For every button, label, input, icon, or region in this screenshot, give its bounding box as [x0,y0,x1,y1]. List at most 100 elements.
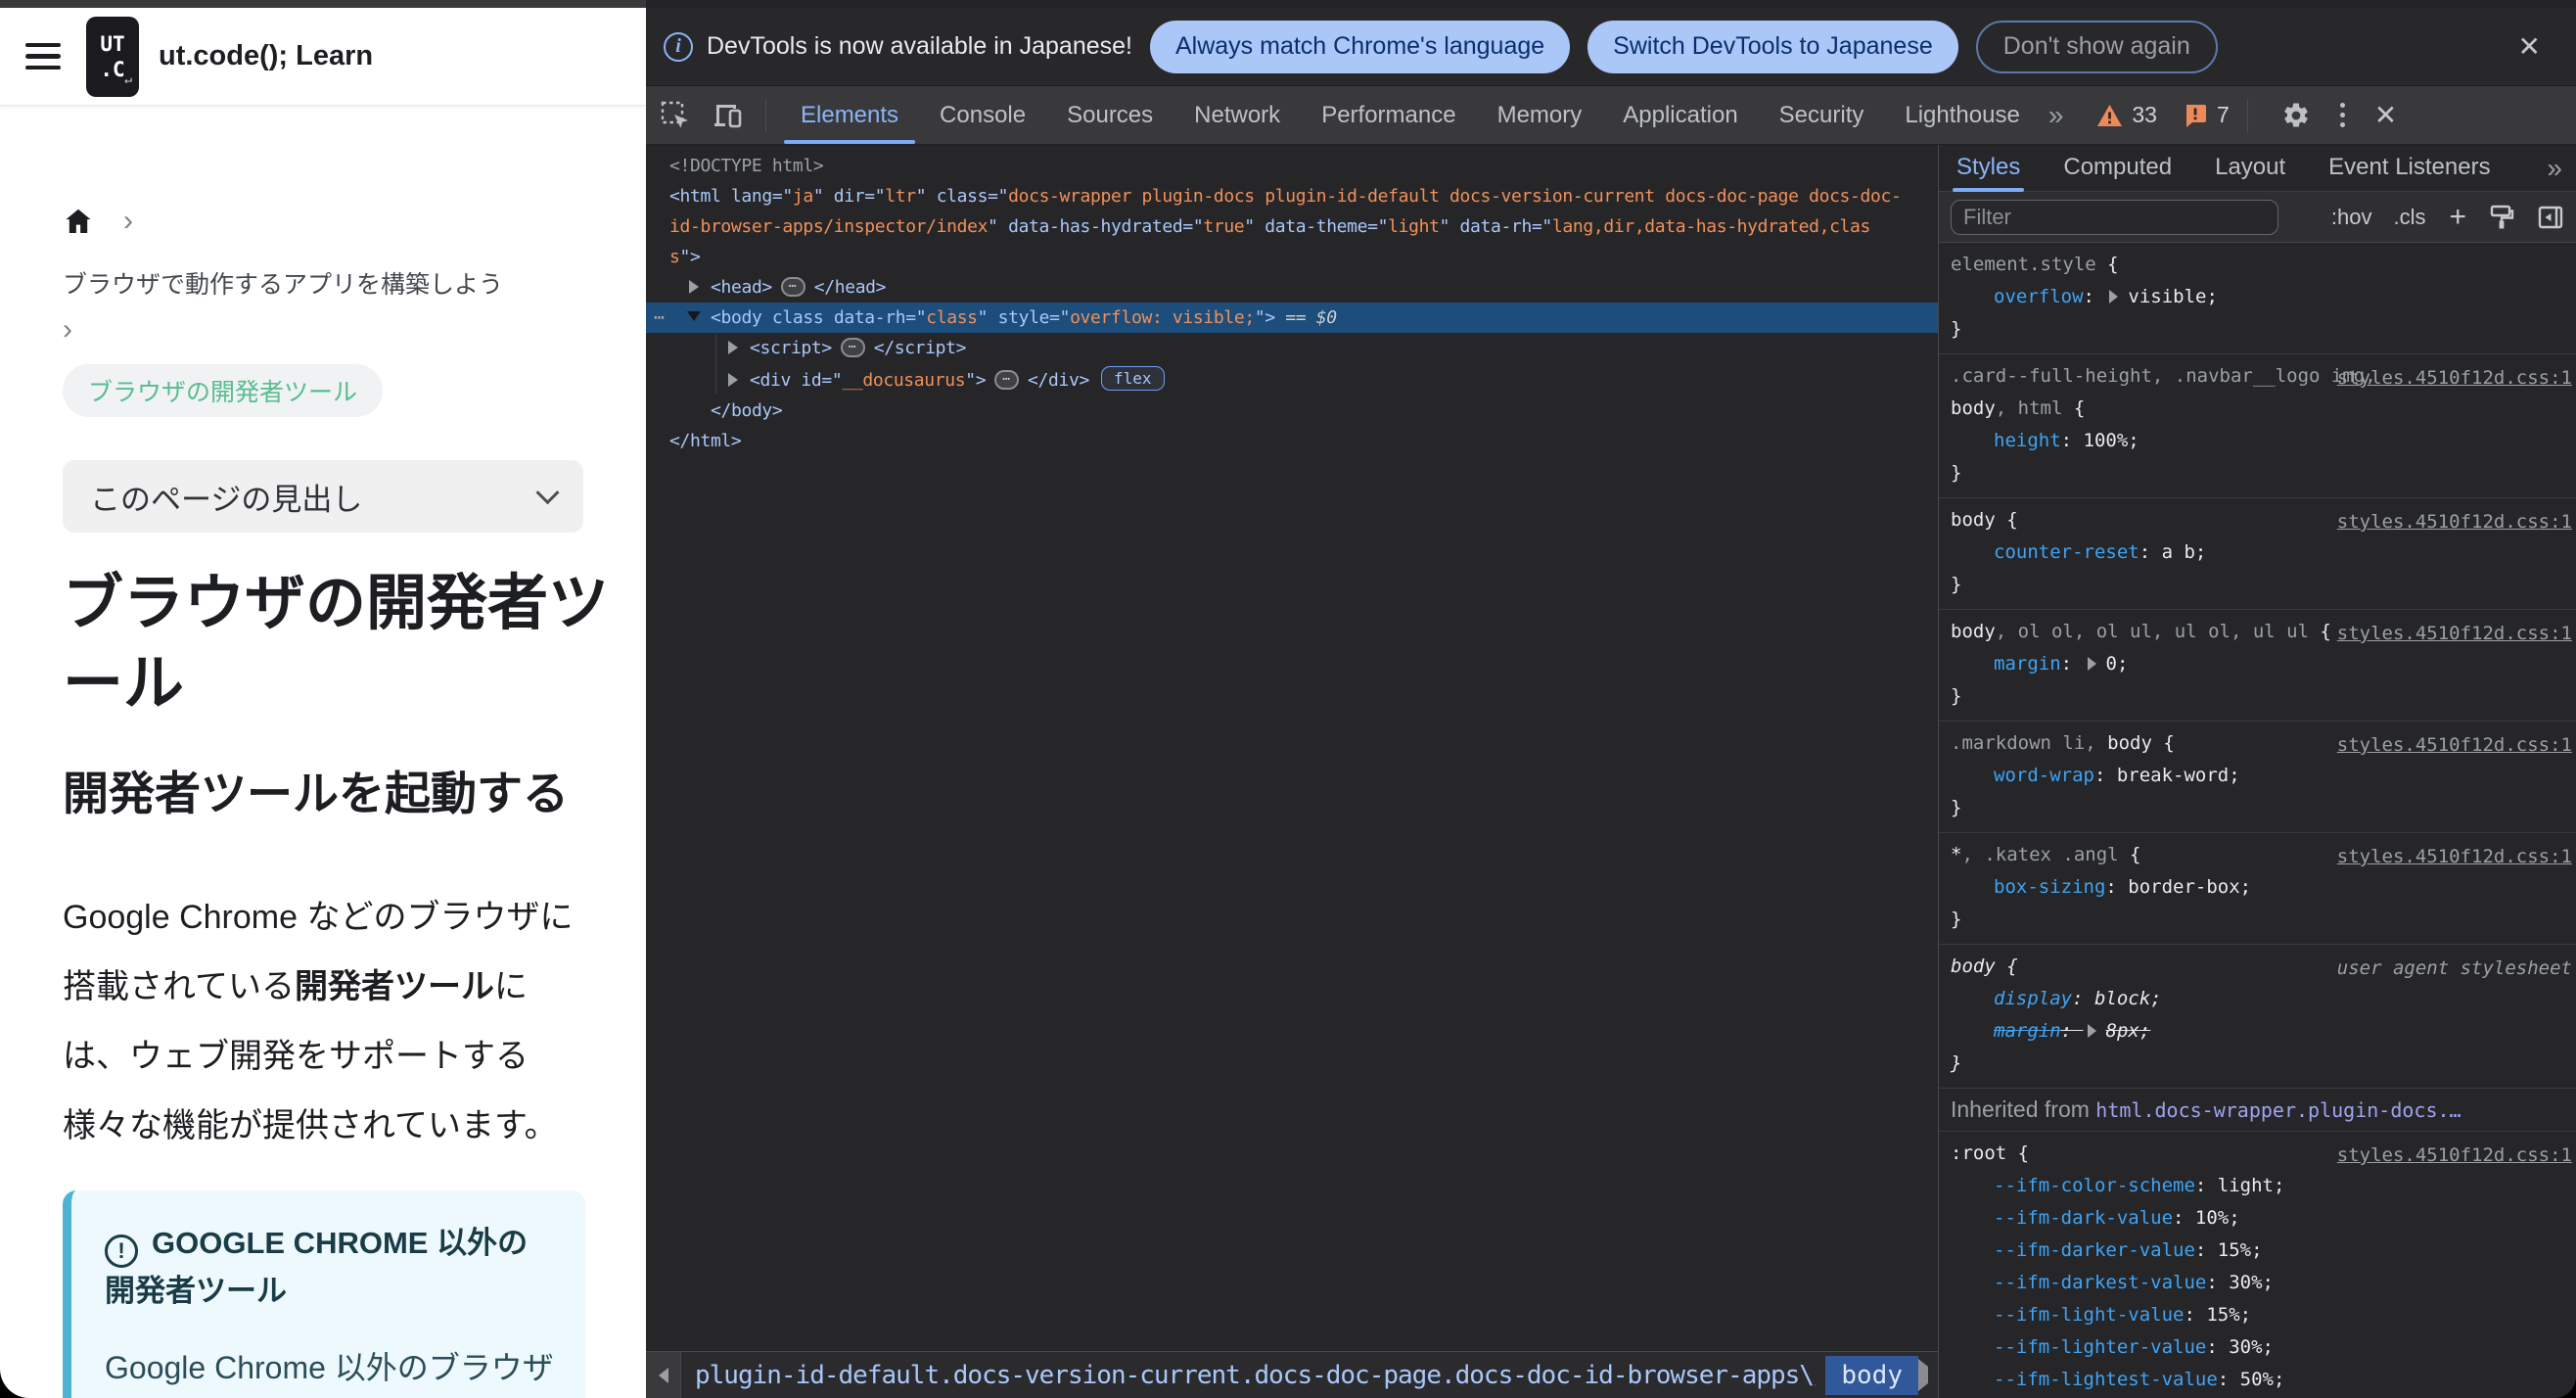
rule-selector-line[interactable]: element.style { [1951,249,2568,281]
tab-security[interactable]: Security [1759,86,1885,144]
code-token: lang,dir,data-has-hydrated,clas [1551,216,1871,237]
code-token: </div> [1028,370,1089,391]
more-sidebar-tabs-icon[interactable]: » [2547,153,2562,184]
code-token: --ifm-dark-value [1994,1207,2174,1229]
body-close-node[interactable]: </body> [646,396,1938,426]
device-toolbar-icon[interactable] [711,101,744,130]
expand-children-button[interactable]: ⋯ [840,338,865,357]
more-tabs-icon[interactable]: » [2048,100,2064,131]
devtools-menu-icon[interactable] [2336,99,2349,131]
collapse-arrow-icon[interactable] [687,311,701,321]
style-filter-input[interactable] [1951,199,2278,235]
css-property[interactable]: --ifm-lighter-value: 30%; [1951,1331,2568,1364]
css-property[interactable]: margin: 0; [1951,648,2568,680]
breadcrumb-item-course[interactable]: ブラウザで動作するアプリを構築しよう [63,266,583,303]
css-property[interactable]: display: block; [1951,983,2568,1015]
expand-children-button[interactable]: ⋯ [780,277,805,297]
breadcrumb-item-current[interactable]: ブラウザの開発者ツール [63,364,384,417]
warnings-badge[interactable]: 33 [2096,102,2157,128]
dont-show-again-button[interactable]: Don't show again [1975,20,2218,73]
rule-close-brace: } [1951,462,1962,484]
site-logo[interactable]: UT .C ↵ [86,16,139,97]
css-property[interactable]: --ifm-darkest-value: 30%; [1951,1267,2568,1299]
css-property[interactable]: --ifm-lightest-value: 50%; [1951,1364,2568,1396]
css-property[interactable]: margin: 8px; [1951,1015,2568,1048]
stylesheet-source-link[interactable]: styles.4510f12d.css:1 [2337,841,2572,873]
sidebar-tab-event-listeners[interactable]: Event Listeners [2328,145,2490,192]
elements-panel: <!DOCTYPE html> <html lang="ja" dir="ltr"… [646,145,1938,1398]
rendering-emulation-icon[interactable] [2488,204,2515,231]
toolbar-divider [2246,98,2248,132]
css-property[interactable]: --ifm-darker-value: 15%; [1951,1235,2568,1267]
doctype-node[interactable]: <!DOCTYPE html> [646,151,1938,181]
tab-lighthouse[interactable]: Lighthouse [1884,86,2040,144]
css-property[interactable]: word-wrap: break-word; [1951,760,2568,792]
new-style-rule-button[interactable]: + [2449,202,2466,232]
sidebar-tab-styles[interactable]: Styles [1952,145,2025,192]
flex-badge[interactable]: flex [1100,366,1165,391]
code-token: margin [1994,1020,2061,1042]
body-node[interactable]: <body class data-rh="class" style="overf… [646,303,1938,333]
code-token: body [1951,621,1996,642]
stylesheet-source-link[interactable]: styles.4510f12d.css:1 [2337,362,2572,395]
stylesheet-source-link[interactable]: styles.4510f12d.css:1 [2337,618,2572,650]
site-title[interactable]: ut.code(); Learn [159,40,373,72]
expand-children-button[interactable]: ⋯ [994,370,1020,390]
expand-value-icon[interactable] [2087,657,2096,671]
stylesheet-source-link[interactable]: styles.4510f12d.css:1 [2337,506,2572,538]
sidebar-tab-layout[interactable]: Layout [2215,145,2285,192]
docusaurus-div-node[interactable]: <div id="__docusaurus"> ⋯ </div> flex [646,363,1938,396]
expand-arrow-icon[interactable] [689,280,699,294]
expand-value-icon[interactable] [2109,290,2119,303]
home-icon[interactable] [63,206,94,237]
tab-application[interactable]: Application [1602,86,1758,144]
css-property[interactable]: --ifm-color-scheme: light; [1951,1170,2568,1202]
html-node-line2[interactable]: id-browser-apps/inspector/index" data-ha… [646,211,1938,242]
html-node-line1[interactable]: <html lang="ja" dir="ltr" class="docs-wr… [646,181,1938,211]
head-node[interactable]: <head> ⋯ </head> [646,272,1938,303]
stylesheet-source-link[interactable]: styles.4510f12d.css:1 [2337,729,2572,762]
hamburger-menu-icon[interactable] [25,42,61,70]
code-token: " style=" [977,307,1071,328]
css-property[interactable]: --ifm-light-value: 15%; [1951,1299,2568,1331]
always-match-language-button[interactable]: Always match Chrome's language [1149,20,1571,73]
tab-performance[interactable]: Performance [1301,86,1476,144]
expand-arrow-icon[interactable] [728,341,738,354]
sidebar-tabs: Styles Computed Layout Event Listeners » [1939,145,2576,192]
script-node[interactable]: <script> ⋯ </script> [646,333,1938,363]
css-property[interactable]: counter-reset: a b; [1951,536,2568,569]
breadcrumb-current-node[interactable]: body [1825,1355,1918,1395]
element-classes-button[interactable]: .cls [2393,205,2425,230]
css-property[interactable]: --ifm-dark-value: 10%; [1951,1202,2568,1235]
toc-collapsible[interactable]: このページの見出し [63,460,583,533]
code-token: light [1388,216,1440,237]
code-token: box-sizing [1994,876,2106,898]
breadcrumb-back-button[interactable] [646,1352,681,1398]
tab-console[interactable]: Console [919,86,1046,144]
switch-to-japanese-button[interactable]: Switch DevTools to Japanese [1587,20,1958,73]
settings-gear-icon[interactable] [2281,101,2311,130]
infobar-close-icon[interactable]: ✕ [2518,30,2541,63]
css-property[interactable]: box-sizing: border-box; [1951,871,2568,904]
toggle-element-state-button[interactable]: :hov [2331,205,2372,230]
inherited-from-node-link[interactable]: html.docs-wrapper.plugin-docs.… [2095,1098,2461,1122]
expand-arrow-icon[interactable] [728,373,738,387]
expand-value-icon[interactable] [2087,1024,2096,1038]
css-property[interactable]: overflow: visible; [1951,281,2568,313]
inspect-element-icon[interactable] [660,100,691,131]
tab-elements[interactable]: Elements [780,86,919,144]
breadcrumb-path[interactable]: plugin-id-default.docs-version-current.d… [695,1361,1816,1390]
code-token: 0; [2105,653,2129,675]
html-close-node[interactable]: </html> [646,426,1938,456]
tab-sources[interactable]: Sources [1046,86,1173,144]
sidebar-layout-toggle-icon[interactable] [2537,204,2564,231]
breadcrumb-forward-button[interactable] [1918,1358,1928,1391]
css-property[interactable]: height: 100%; [1951,425,2568,457]
html-node-line3[interactable]: s"> [646,242,1938,272]
stylesheet-source-link[interactable]: styles.4510f12d.css:1 [2337,1140,2572,1172]
sidebar-tab-computed[interactable]: Computed [2063,145,2172,192]
tab-network[interactable]: Network [1173,86,1301,144]
devtools-close-icon[interactable]: ✕ [2374,99,2397,131]
issues-badge[interactable]: 7 [2183,102,2230,128]
tab-memory[interactable]: Memory [1477,86,1603,144]
